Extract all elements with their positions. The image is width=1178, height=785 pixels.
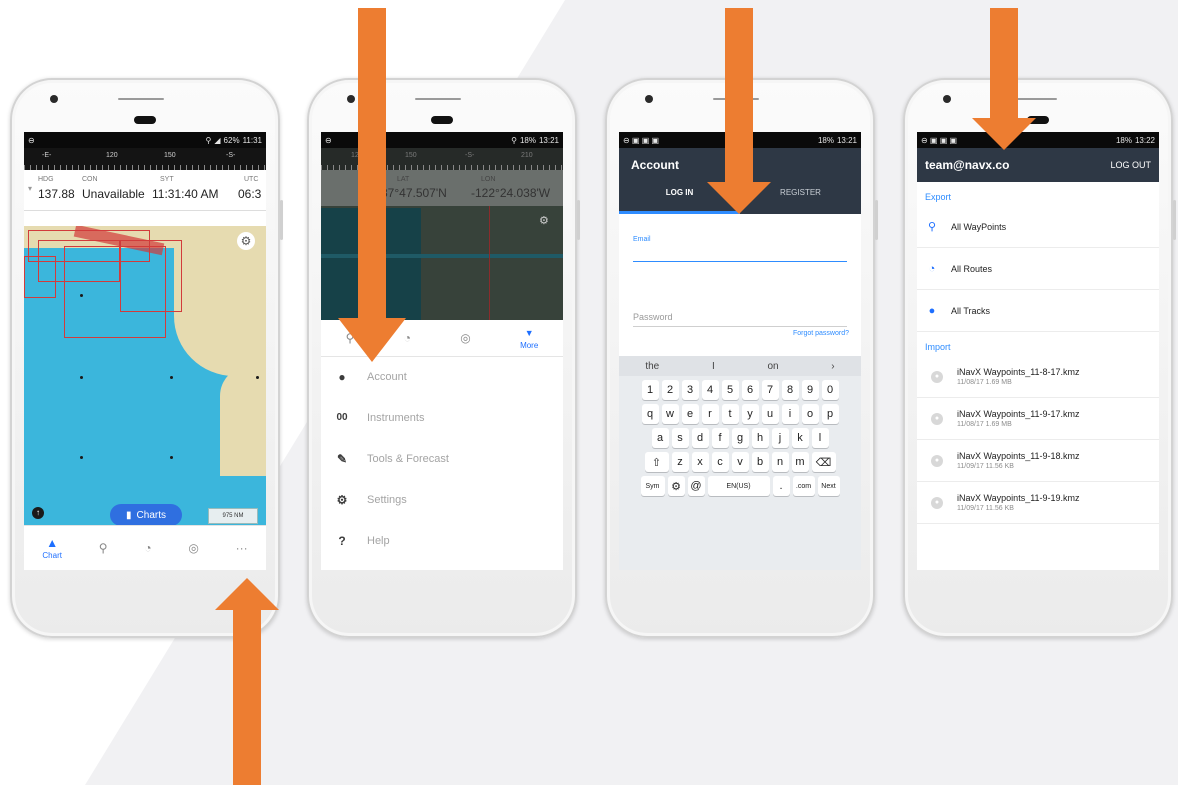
arrow-down-login	[707, 8, 771, 214]
annotation-arrows	[215, 8, 1036, 785]
arrow-down-menu	[338, 8, 406, 362]
arrow-up-more	[215, 578, 279, 785]
arrow-down-account	[972, 8, 1036, 150]
